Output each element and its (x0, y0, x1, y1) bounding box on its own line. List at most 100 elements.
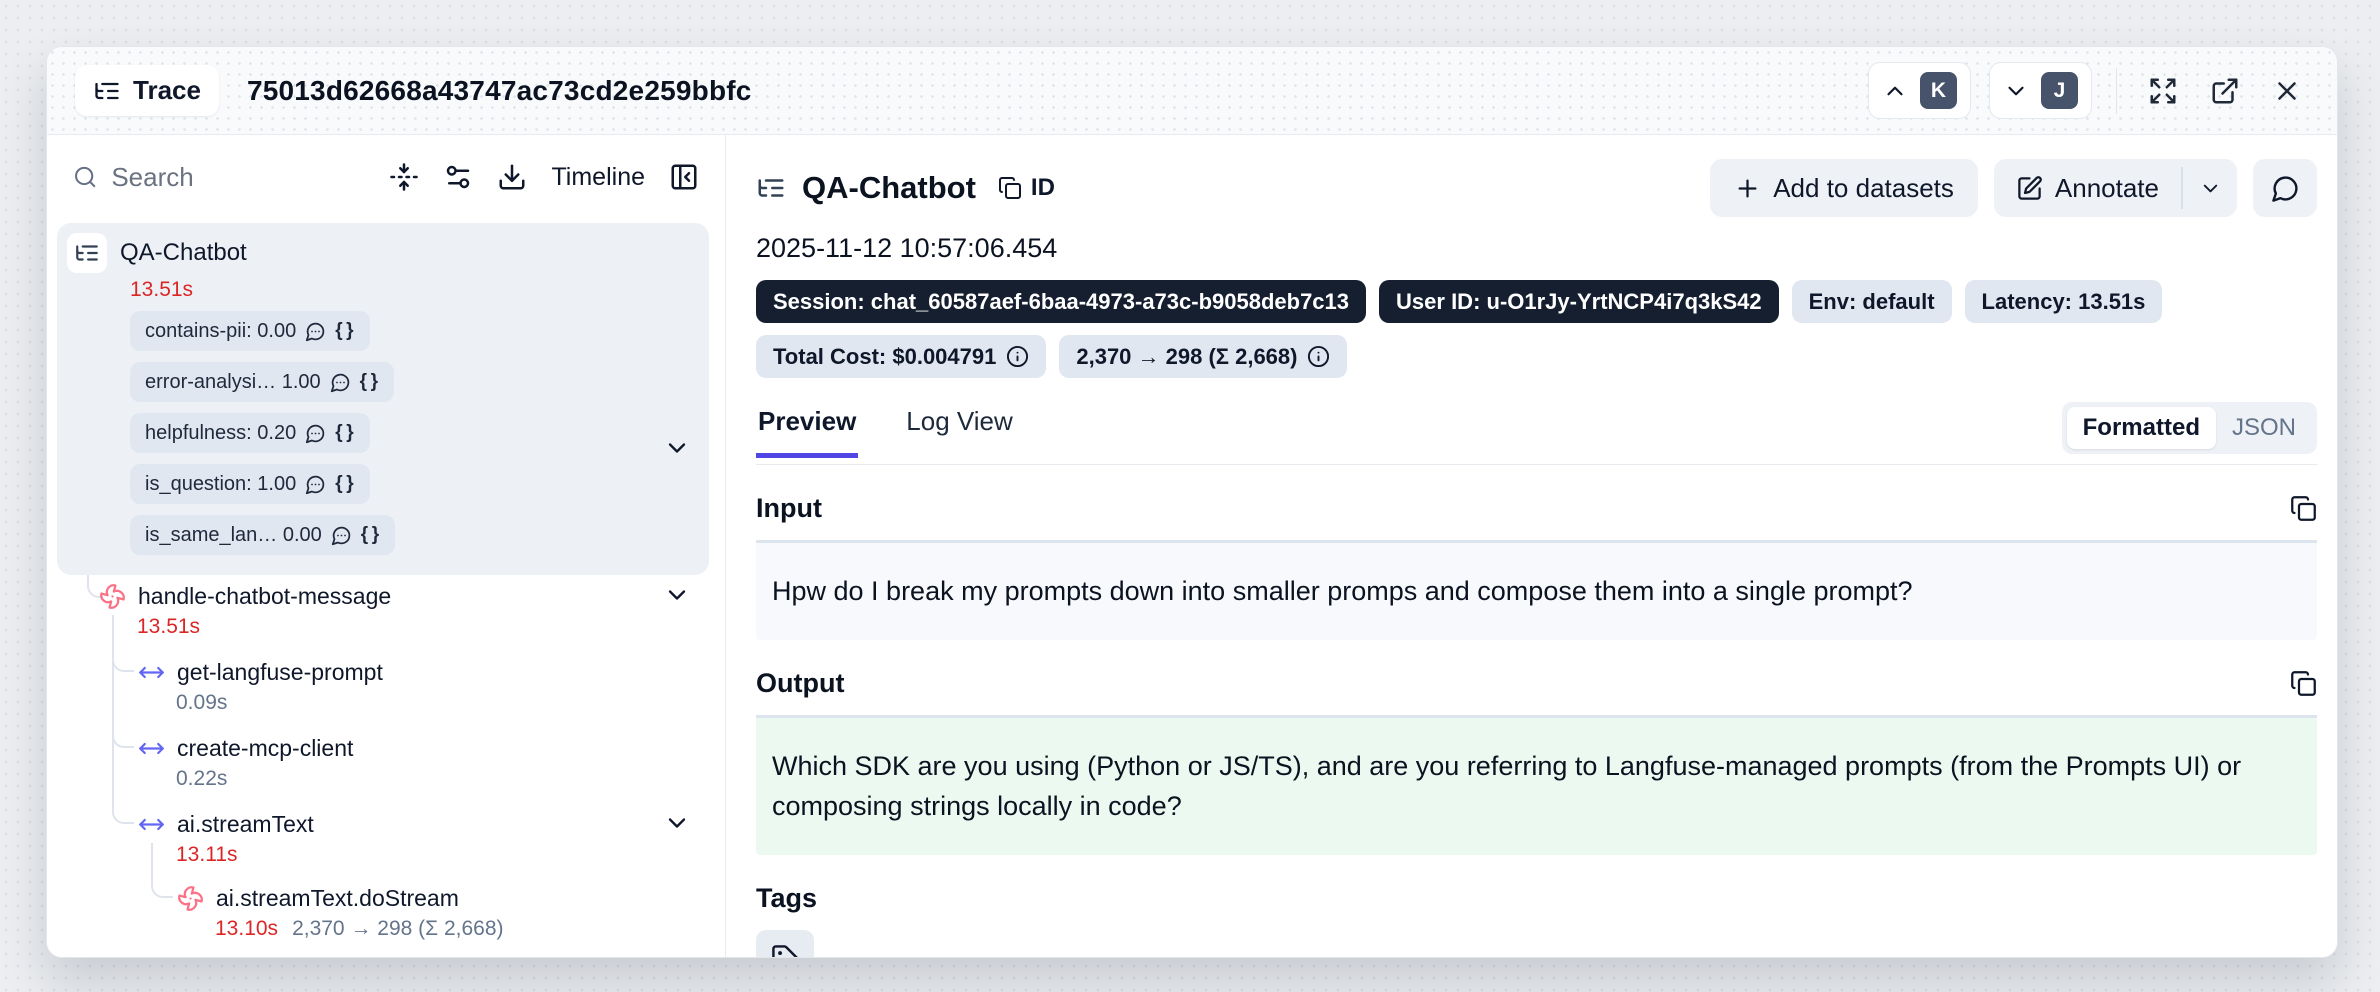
output-content: Which SDK are you using (Python or JS/TS… (756, 715, 2317, 855)
tree-node-duration: 13.11s (176, 843, 238, 867)
span-icon (138, 811, 165, 838)
tree-node-create-mcp-client[interactable]: create-mcp-client (47, 731, 725, 765)
open-in-new-tab-button[interactable] (2203, 69, 2247, 113)
search-input[interactable] (111, 162, 365, 193)
score-badge-helpfulness[interactable]: helpfulness: 0.20 { } (130, 413, 370, 453)
total-cost-text: Total Cost: $0.004791 (773, 344, 996, 370)
env-badge-text: Env: default (1809, 289, 1935, 315)
timeline-toggle[interactable]: Timeline (551, 163, 645, 192)
copy-input-icon[interactable] (2290, 495, 2317, 522)
tree-node-duration: 13.51s (130, 278, 699, 302)
annotate-pen-icon (2016, 175, 2043, 202)
tree-node-ai-streamtext-dostream[interactable]: ai.streamText.doStream (47, 881, 725, 915)
add-to-datasets-label: Add to datasets (1773, 173, 1954, 204)
user-id-badge-text: User ID: u-O1rJy-YrtNCP4i7q3kS42 (1396, 289, 1762, 315)
collapse-node-chevron[interactable] (663, 809, 691, 837)
info-icon[interactable] (1307, 345, 1330, 368)
total-cost-badge: Total Cost: $0.004791 (756, 335, 1046, 378)
trace-badges-row-2: Total Cost: $0.004791 2,370 → 298 (Σ 2,6… (756, 335, 2317, 378)
session-badge[interactable]: Session: chat_60587aef-6baa-4973-a73c-b9… (756, 280, 1366, 323)
add-to-datasets-button[interactable]: Add to datasets (1710, 159, 1978, 217)
tree-node-label: handle-chatbot-message (138, 583, 391, 610)
score-badge-is-question[interactable]: is_question: 1.00 { } (130, 464, 370, 504)
list-tree-icon (93, 77, 121, 105)
copy-icon (998, 176, 1022, 200)
tree-node-duration-row: 0.09s (176, 689, 227, 717)
trace-peek-dialog: Trace 75013d62668a43747ac73cd2e259bbfc K… (46, 46, 2338, 958)
collapse-panel-icon[interactable] (669, 162, 699, 192)
trace-timestamp: 2025-11-12 10:57:06.454 (756, 233, 2317, 264)
external-link-icon (2210, 76, 2240, 106)
info-icon[interactable] (1006, 345, 1029, 368)
tag-icon (771, 944, 800, 958)
collapse-scores-chevron[interactable] (663, 434, 691, 462)
token-usage-text: 2,370 → 298 (Σ 2,668) (1076, 344, 1297, 370)
braces-icon: { } (335, 473, 354, 495)
latency-badge-text: Latency: 13.51s (1982, 289, 2146, 315)
tab-preview[interactable]: Preview (756, 402, 858, 457)
tab-log-view[interactable]: Log View (904, 402, 1015, 457)
trace-title-row: QA-Chatbot ID Add to datasets (756, 159, 2317, 217)
toggle-json[interactable]: JSON (2216, 407, 2312, 449)
comment-icon (330, 372, 351, 393)
toggle-formatted[interactable]: Formatted (2067, 407, 2216, 449)
tree-node-ai-streamtext[interactable]: ai.streamText (47, 807, 725, 841)
tree-node-duration: 0.22s (176, 767, 227, 791)
comment-icon (305, 423, 326, 444)
tree-node-get-langfuse-prompt[interactable]: get-langfuse-prompt (47, 655, 725, 689)
score-badge-text: contains-pii: 0.00 (145, 320, 296, 343)
span-icon (138, 735, 165, 762)
input-content: Hpw do I break my prompts down into smal… (756, 540, 2317, 640)
session-badge-text: Session: chat_60587aef-6baa-4973-a73c-b9… (773, 289, 1349, 315)
comment-icon (331, 525, 352, 546)
comments-button[interactable] (2253, 159, 2317, 217)
chevron-down-icon (2199, 177, 2222, 200)
env-badge: Env: default (1792, 280, 1952, 323)
braces-icon: { } (335, 320, 354, 342)
tree-node-label: ai.streamText.doStream (216, 885, 459, 912)
copy-output-icon[interactable] (2290, 670, 2317, 697)
score-badge-contains-pii[interactable]: contains-pii: 0.00 { } (130, 311, 370, 351)
user-id-badge[interactable]: User ID: u-O1rJy-YrtNCP4i7q3kS42 (1379, 280, 1779, 323)
generation-fan-icon (177, 885, 204, 912)
collapse-all-icon[interactable] (389, 162, 419, 192)
tree-node-label: QA-Chatbot (120, 239, 247, 267)
tree-node-root-selected[interactable]: QA-Chatbot 13.51s contains-pii: 0.00 { }… (57, 223, 709, 575)
score-badge-is-same-language[interactable]: is_same_lan… 0.00 { } (130, 515, 395, 555)
app-background: Trace 75013d62668a43747ac73cd2e259bbfc K… (0, 0, 2380, 992)
tree-node-handle-chatbot-message[interactable]: handle-chatbot-message (47, 579, 725, 613)
comment-bubble-icon (2271, 174, 2300, 203)
close-icon (2272, 76, 2302, 106)
tree-node-label: get-langfuse-prompt (177, 659, 383, 686)
expand-button[interactable] (2141, 69, 2185, 113)
annotate-dropdown-button[interactable] (2183, 159, 2237, 217)
tags-section-header: Tags (756, 883, 2317, 914)
search-icon (73, 163, 97, 191)
tree-settings-icon[interactable] (443, 162, 473, 192)
tags-title: Tags (756, 883, 817, 914)
score-badge-list: contains-pii: 0.00 { } error-analysi… 1.… (130, 311, 699, 555)
score-badge-text: error-analysi… 1.00 (145, 371, 321, 394)
collapse-node-chevron[interactable] (663, 581, 691, 609)
annotate-split-button: Annotate (1994, 159, 2237, 217)
next-trace-button[interactable]: J (1989, 62, 2092, 119)
tree-node-root[interactable]: QA-Chatbot (67, 231, 699, 275)
close-button[interactable] (2265, 69, 2309, 113)
observation-tree: QA-Chatbot 13.51s contains-pii: 0.00 { }… (47, 219, 725, 957)
download-icon[interactable] (497, 162, 527, 192)
score-badge-error-analysis[interactable]: error-analysi… 1.00 { } (130, 362, 394, 402)
prev-trace-button[interactable]: K (1868, 62, 1971, 119)
expand-icon (2148, 76, 2178, 106)
trace-type-chip: Trace (75, 65, 219, 116)
output-section-header: Output (756, 668, 2317, 699)
braces-icon: { } (361, 524, 380, 546)
tree-node-duration: 13.51s (137, 615, 200, 639)
copy-id-button[interactable]: ID (998, 174, 1055, 202)
tree-node-duration-row: 13.51s (137, 613, 200, 641)
add-tag-button[interactable] (756, 930, 814, 959)
chevron-up-icon (1882, 78, 1908, 104)
annotate-button[interactable]: Annotate (1994, 159, 2181, 217)
tree-node-duration: 13.10s (215, 917, 278, 941)
score-badge-text: is_same_lan… 0.00 (145, 524, 322, 547)
span-icon (138, 659, 165, 686)
